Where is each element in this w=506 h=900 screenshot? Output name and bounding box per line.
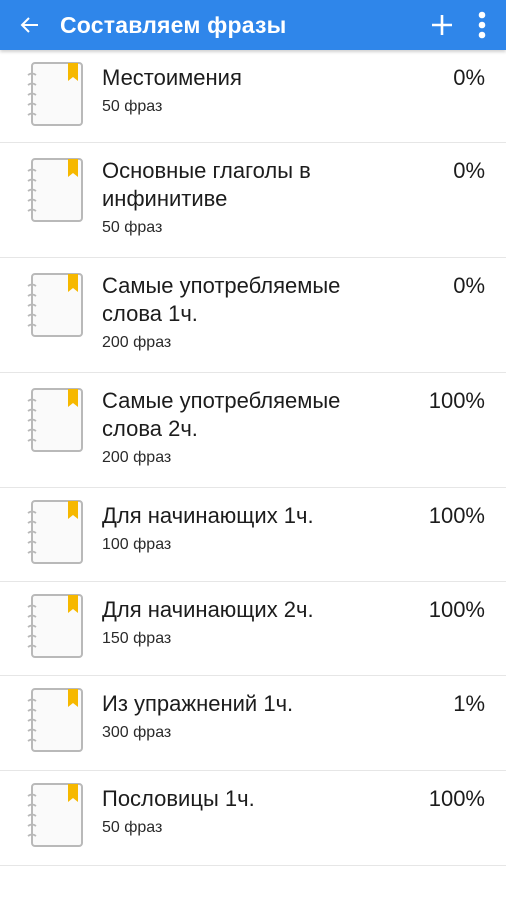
item-title: Для начинающих 2ч. <box>102 597 314 622</box>
add-button[interactable] <box>424 0 460 50</box>
item-phrase-count: 200 фраз <box>102 334 172 351</box>
item-progress-percent: 1% <box>453 691 485 716</box>
item-phrase-count: 100 фраз <box>102 536 172 553</box>
notebook-bookmark-icon <box>27 783 83 847</box>
list-item[interactable]: Основные глаголы в инфинитиве 50 фраз 0% <box>0 143 506 258</box>
notebook-bookmark-icon <box>27 594 83 658</box>
item-progress-percent: 0% <box>453 65 485 90</box>
item-progress-percent: 0% <box>453 273 485 298</box>
arrow-back-icon <box>20 17 38 33</box>
back-button[interactable] <box>0 0 60 50</box>
item-title: Для начинающих 1ч. <box>102 503 314 528</box>
list-item[interactable]: Самые употребляемые слова 1ч. 200 фраз 0… <box>0 258 506 373</box>
item-title: Самые употребляемые слова 2ч. <box>102 388 341 441</box>
item-progress-percent: 0% <box>453 158 485 183</box>
notebook-bookmark-icon <box>27 273 83 337</box>
item-progress-percent: 100% <box>428 503 485 528</box>
list-item[interactable]: Из упражнений 1ч. 300 фраз 1% <box>0 676 506 771</box>
more-menu-button[interactable] <box>464 0 500 50</box>
item-phrase-count: 200 фраз <box>102 449 172 466</box>
item-title: Местоимения <box>102 65 242 90</box>
item-title: Основные глаголы в инфинитиве <box>102 158 311 211</box>
list-item[interactable]: Местоимения 50 фраз 0% <box>0 50 506 143</box>
more-vertical-icon <box>478 11 486 39</box>
phrase-set-list: Местоимения 50 фраз 0% Основные глаголы … <box>0 50 506 866</box>
list-item[interactable]: Для начинающих 2ч. 150 фраз 100% <box>0 582 506 676</box>
list-item[interactable]: Самые употребляемые слова 2ч. 200 фраз 1… <box>0 373 506 488</box>
item-phrase-count: 50 фраз <box>102 98 163 115</box>
notebook-bookmark-icon <box>27 500 83 564</box>
item-progress-percent: 100% <box>428 786 485 811</box>
notebook-bookmark-icon <box>27 688 83 752</box>
item-phrase-count: 50 фраз <box>102 219 163 236</box>
item-progress-percent: 100% <box>428 388 485 413</box>
list-item[interactable]: Пословицы 1ч. 50 фраз 100% <box>0 771 506 866</box>
list-item[interactable]: Для начинающих 1ч. 100 фраз 100% <box>0 488 506 582</box>
app-bar: Составляем фразы <box>0 0 506 50</box>
notebook-bookmark-icon <box>27 388 83 452</box>
item-title: Самые употребляемые слова 1ч. <box>102 273 341 326</box>
item-phrase-count: 300 фраз <box>102 724 172 741</box>
notebook-bookmark-icon <box>27 158 83 222</box>
notebook-bookmark-icon <box>27 62 83 126</box>
item-progress-percent: 100% <box>428 597 485 622</box>
item-title: Из упражнений 1ч. <box>102 691 294 716</box>
item-title: Пословицы 1ч. <box>102 786 255 811</box>
plus-icon <box>432 15 452 35</box>
page-title: Составляем фразы <box>60 11 287 38</box>
item-phrase-count: 50 фраз <box>102 819 163 836</box>
item-phrase-count: 150 фраз <box>102 630 172 647</box>
